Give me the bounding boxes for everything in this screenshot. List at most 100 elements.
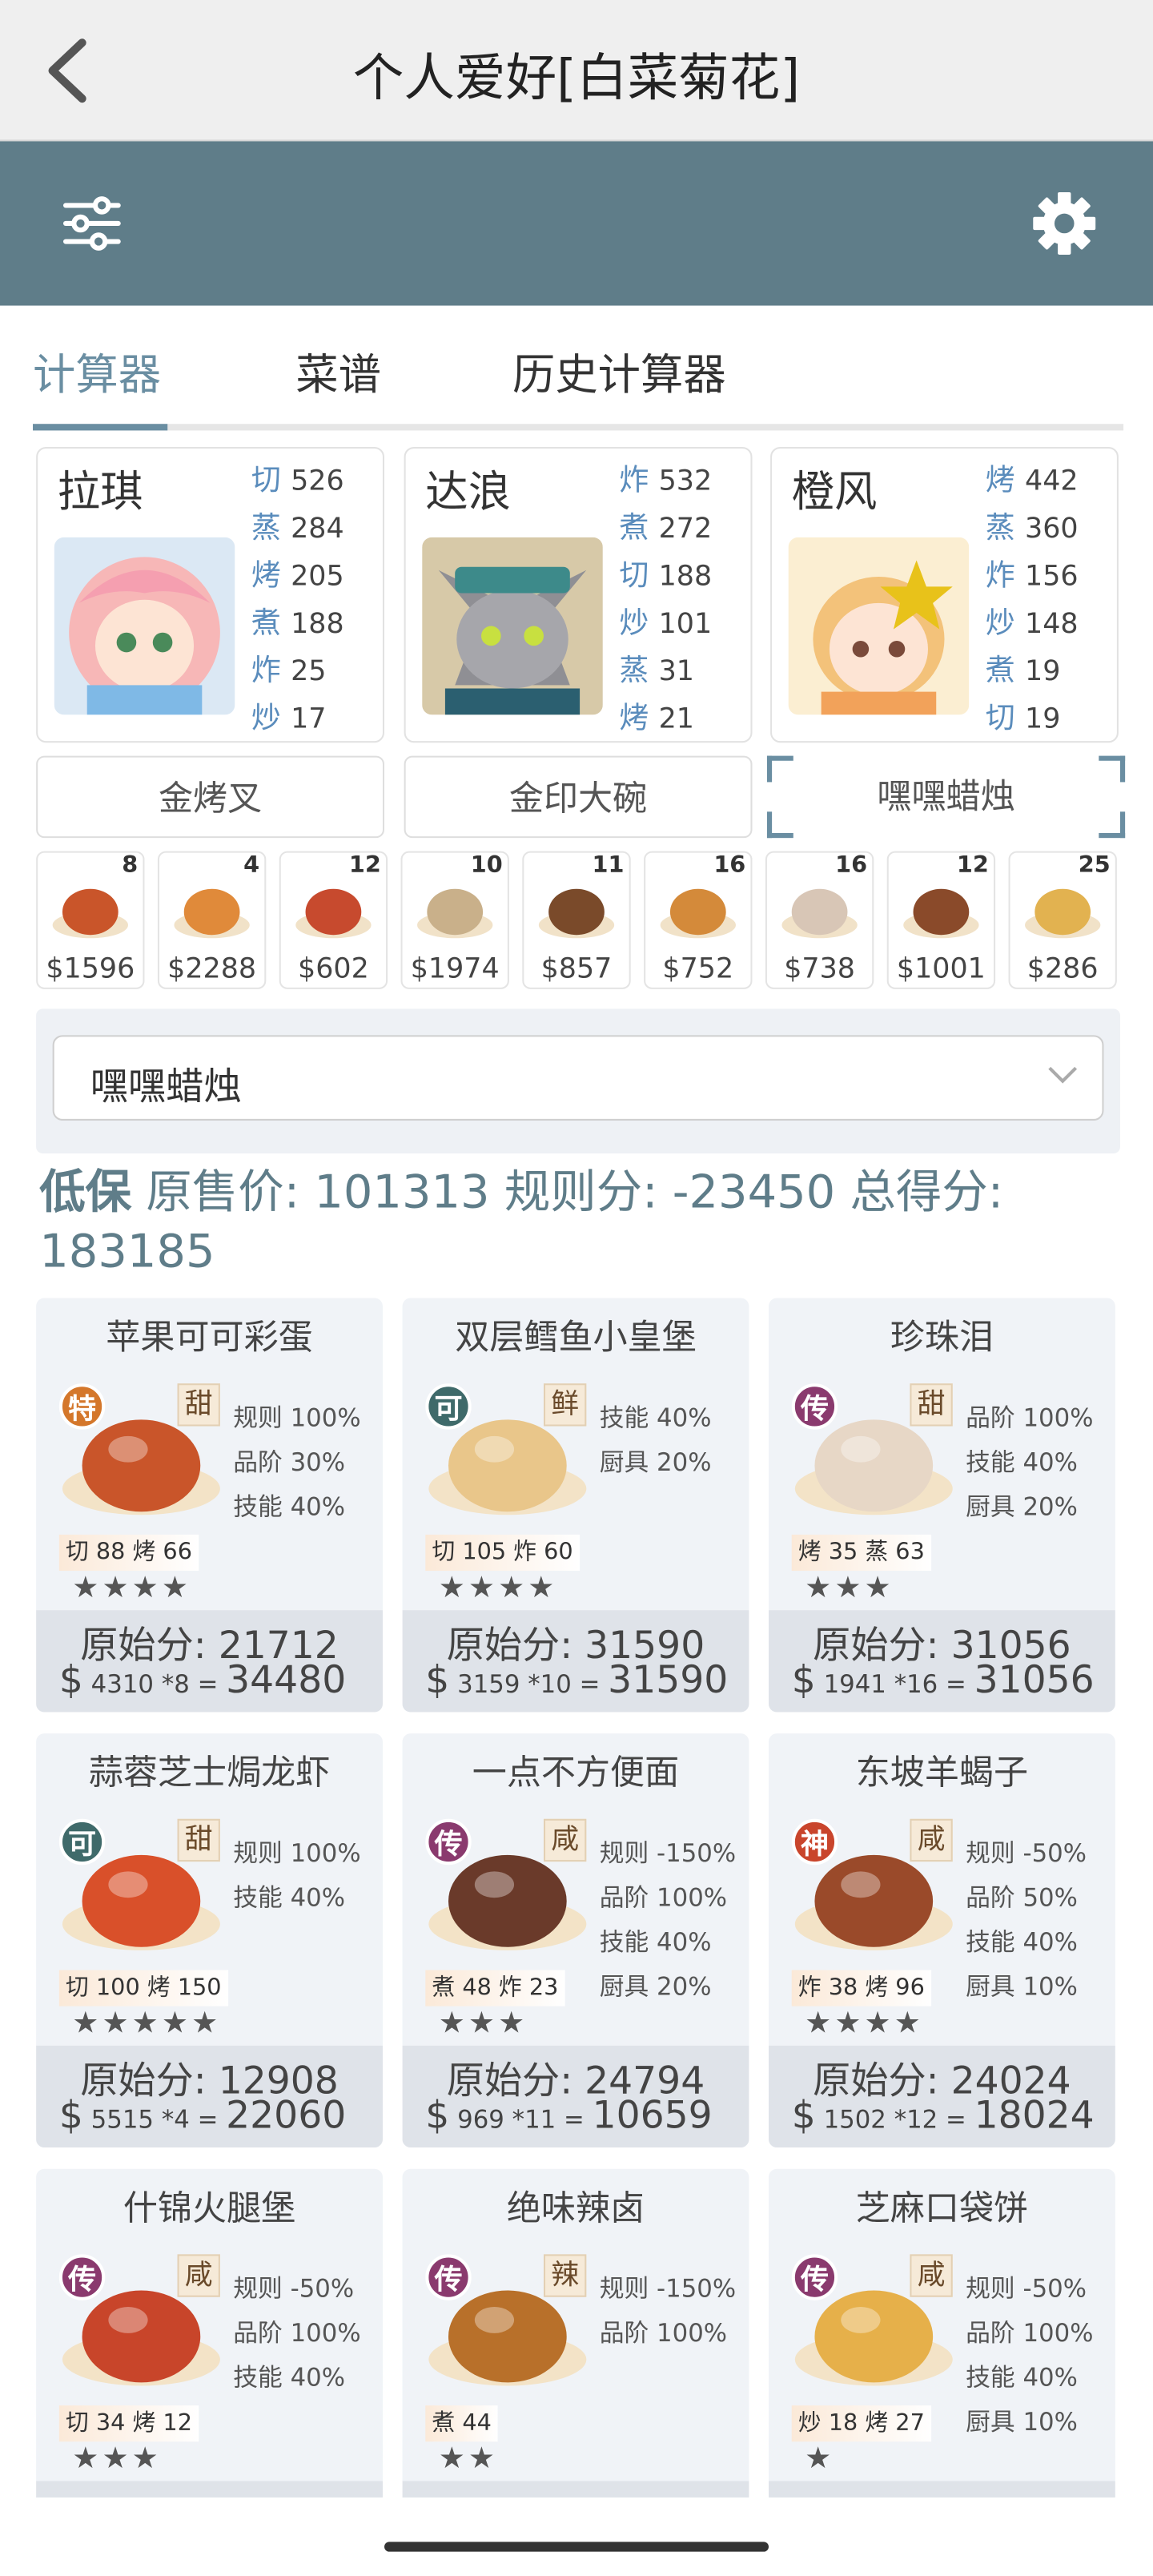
chef-skills: 烤 442 蒸 360 炸 156 炒 148 煮 19 切 19 bbox=[985, 463, 1079, 736]
dish-flavor-badge: 甜 bbox=[177, 1383, 220, 1427]
dish-strip-item[interactable]: 12 $602 bbox=[279, 851, 388, 989]
dish-rule: 品阶 100% bbox=[966, 2318, 1094, 2349]
dish-card[interactable]: 苹果可可彩蛋特 甜规则 100% 品阶 30% 技能 40% 切 88 烤 66 ★★★★… bbox=[36, 1298, 383, 1713]
dish-thumbnail bbox=[174, 888, 250, 939]
dish-card[interactable]: 珍珠泪传 甜品阶 100% 技能 40% 厨具 20% 烤 35 蒸 63 ★★★ 原始分:… bbox=[769, 1298, 1115, 1713]
dish-calc: $ 4310 *8 = 34480 bbox=[58, 1659, 347, 1703]
dish-strip-item[interactable]: 16 $738 bbox=[765, 851, 874, 989]
dish-unit-price: 1941 bbox=[823, 1669, 886, 1700]
selection-corner bbox=[766, 755, 793, 783]
dish-rules: 规则 -150% 品阶 100% 技能 40% 厨具 20% bbox=[600, 1832, 748, 2010]
dish-skill-req: 切 105 炸 60 bbox=[425, 1534, 580, 1572]
dish-unit-price: 1502 bbox=[823, 2104, 886, 2135]
summary-tag: 低保 bbox=[39, 1165, 132, 1220]
dish-rule: 技能 40% bbox=[233, 1491, 345, 1522]
dish-skill-req: 烤 35 蒸 63 bbox=[791, 1534, 932, 1572]
dish-strip-item[interactable]: 10 $1974 bbox=[400, 851, 509, 989]
dish-price: $1974 bbox=[410, 952, 500, 986]
tab-divider bbox=[33, 424, 1124, 431]
dish-name: 双层鳕鱼小皇堡 bbox=[455, 1318, 697, 1358]
dish-strip-item[interactable]: 16 $752 bbox=[644, 851, 753, 989]
dish-total: 34480 bbox=[226, 1659, 347, 1703]
dish-rule: 规则 -50% bbox=[966, 2273, 1087, 2304]
selection-corner bbox=[1099, 755, 1126, 783]
dish-strip: 8 $1596 4 $2288 12 $602 10 $1974 11 $857 16 $752 16 $… bbox=[36, 851, 1127, 992]
dish-rule: 品阶 100% bbox=[599, 1882, 728, 1913]
dish-rules: 规则 100% 品阶 30% 技能 40% bbox=[233, 1397, 381, 1530]
tab-recipes[interactable]: 菜谱 bbox=[295, 342, 381, 403]
dish-name: 蒜蓉芝士焗龙虾 bbox=[88, 1753, 331, 1793]
dish-rank-badge: 特 bbox=[58, 1383, 106, 1430]
dish-thumbnail bbox=[660, 888, 736, 939]
dish-rule: 技能 40% bbox=[233, 1882, 345, 1913]
equipment-slot[interactable]: 金印大碗 bbox=[404, 755, 753, 839]
dish-name: 苹果可可彩蛋 bbox=[106, 1318, 313, 1358]
dish-card[interactable]: 东坡羊蝎子神 咸规则 -50% 品阶 50% 技能 40% 厨具 10% 炸 38 烤 9… bbox=[769, 1733, 1115, 2148]
sliders-icon[interactable] bbox=[59, 191, 125, 256]
dish-price: $1596 bbox=[46, 952, 135, 986]
chef-card[interactable]: 拉琪 切 526 蒸 284 烤 205 煮 188 炸 25 炒 17 bbox=[36, 446, 385, 743]
dish-name: 一点不方便面 bbox=[472, 1753, 680, 1793]
selection-corner bbox=[1099, 811, 1126, 839]
dish-rule: 厨具 20% bbox=[599, 1971, 712, 2002]
dish-skill-req: 炸 38 烤 96 bbox=[791, 1970, 932, 2006]
chef-name: 橙风 bbox=[791, 468, 878, 518]
summary-total: 183185 bbox=[39, 1224, 215, 1278]
dish-rule: 厨具 10% bbox=[966, 2407, 1078, 2437]
equipment-slot-selected[interactable]: 嘿嘿蜡烛 bbox=[766, 755, 1126, 839]
dish-price: $602 bbox=[298, 952, 369, 986]
dish-rule: 规则 -150% bbox=[599, 2273, 737, 2304]
equipment-slot[interactable]: 金烤叉 bbox=[36, 755, 385, 839]
dish-strip-item[interactable]: 25 $286 bbox=[1008, 851, 1117, 989]
dish-rules: 规则 -50% 品阶 100% 技能 40% bbox=[233, 2268, 381, 2401]
dish-strip-item[interactable]: 4 $2288 bbox=[157, 851, 267, 989]
dish-strip-item[interactable]: 11 $857 bbox=[522, 851, 631, 989]
dish-stars: ★★★★ bbox=[805, 2006, 924, 2041]
dish-name: 珍珠泪 bbox=[890, 1318, 994, 1358]
dish-stars: ★★ bbox=[438, 2441, 499, 2477]
dish-multiplier: *10 bbox=[528, 1669, 572, 1700]
dish-multiplier: *8 bbox=[161, 1669, 190, 1700]
dish-thumbnail bbox=[295, 888, 372, 939]
dish-card[interactable]: 蒜蓉芝士焗龙虾可 甜规则 100% 技能 40% 切 100 烤 150 ★★★★★ 原始… bbox=[36, 1733, 383, 2148]
equipment-select-panel: 嘿嘿蜡烛 bbox=[36, 1008, 1120, 1154]
dish-rule: 厨具 10% bbox=[966, 1971, 1078, 2002]
equipment-select[interactable]: 嘿嘿蜡烛 bbox=[52, 1035, 1104, 1121]
dish-calc: $ 1941 *16 = 31056 bbox=[791, 1659, 1095, 1703]
dish-stars: ★★★ bbox=[805, 1571, 894, 1606]
dish-card[interactable]: 一点不方便面传 咸规则 -150% 品阶 100% 技能 40% 厨具 20% 煮 48 … bbox=[402, 1733, 749, 2148]
dish-skill-req: 煮 44 bbox=[425, 2405, 499, 2442]
chef-name: 拉琪 bbox=[57, 468, 143, 518]
dish-rank-badge: 传 bbox=[58, 2254, 106, 2300]
score-summary: 低保 原售价: 101313 规则分: -23450 总得分: 183185 bbox=[39, 1163, 1107, 1282]
dish-name: 绝味辣卤 bbox=[506, 2188, 645, 2228]
dish-skill-req: 炒 18 烤 27 bbox=[791, 2405, 932, 2442]
dish-unit-price: 3159 bbox=[457, 1669, 520, 1700]
dish-rank-badge: 传 bbox=[425, 2254, 472, 2300]
chef-card[interactable]: 达浪 炸 532 煮 272 切 188 炒 101 蒸 31 烤 21 bbox=[404, 446, 753, 743]
dish-rank-badge: 可 bbox=[58, 1818, 106, 1866]
tab-calculator[interactable]: 计算器 bbox=[33, 342, 161, 403]
chevron-down-icon bbox=[1048, 1066, 1078, 1084]
dish-rule: 规则 -150% bbox=[599, 1838, 737, 1869]
dish-price: $286 bbox=[1026, 952, 1099, 986]
dish-thumbnail bbox=[781, 888, 858, 939]
dish-rules: 技能 40% 厨具 20% bbox=[600, 1397, 748, 1486]
dish-stars: ★★★ bbox=[72, 2441, 162, 2477]
dish-total: 10659 bbox=[592, 2095, 713, 2138]
dish-unit-price: 5515 bbox=[90, 2104, 155, 2135]
selection-corner bbox=[766, 811, 793, 839]
dish-rules: 品阶 100% 技能 40% 厨具 20% bbox=[966, 1397, 1114, 1530]
tab-history[interactable]: 历史计算器 bbox=[512, 342, 726, 403]
equipment-label: 嘿嘿蜡烛 bbox=[877, 777, 1015, 817]
dish-strip-item[interactable]: 12 $1001 bbox=[886, 851, 996, 989]
dish-price: $857 bbox=[540, 952, 613, 986]
gear-icon[interactable] bbox=[1031, 191, 1097, 256]
dish-strip-item[interactable]: 8 $1596 bbox=[36, 851, 145, 989]
dish-flavor-badge: 辣 bbox=[543, 2254, 587, 2297]
home-indicator[interactable] bbox=[384, 2542, 769, 2552]
dish-stars: ★★★ bbox=[438, 2006, 528, 2041]
chef-card[interactable]: 橙风 烤 442 蒸 360 炸 156 炒 148 煮 19 切 19 bbox=[770, 446, 1119, 743]
bottom-area bbox=[0, 2497, 1153, 2576]
dish-card[interactable]: 双层鳕鱼小皇堡可 鲜技能 40% 厨具 20% 切 105 炸 60 ★★★★ 原始分: … bbox=[402, 1298, 749, 1713]
